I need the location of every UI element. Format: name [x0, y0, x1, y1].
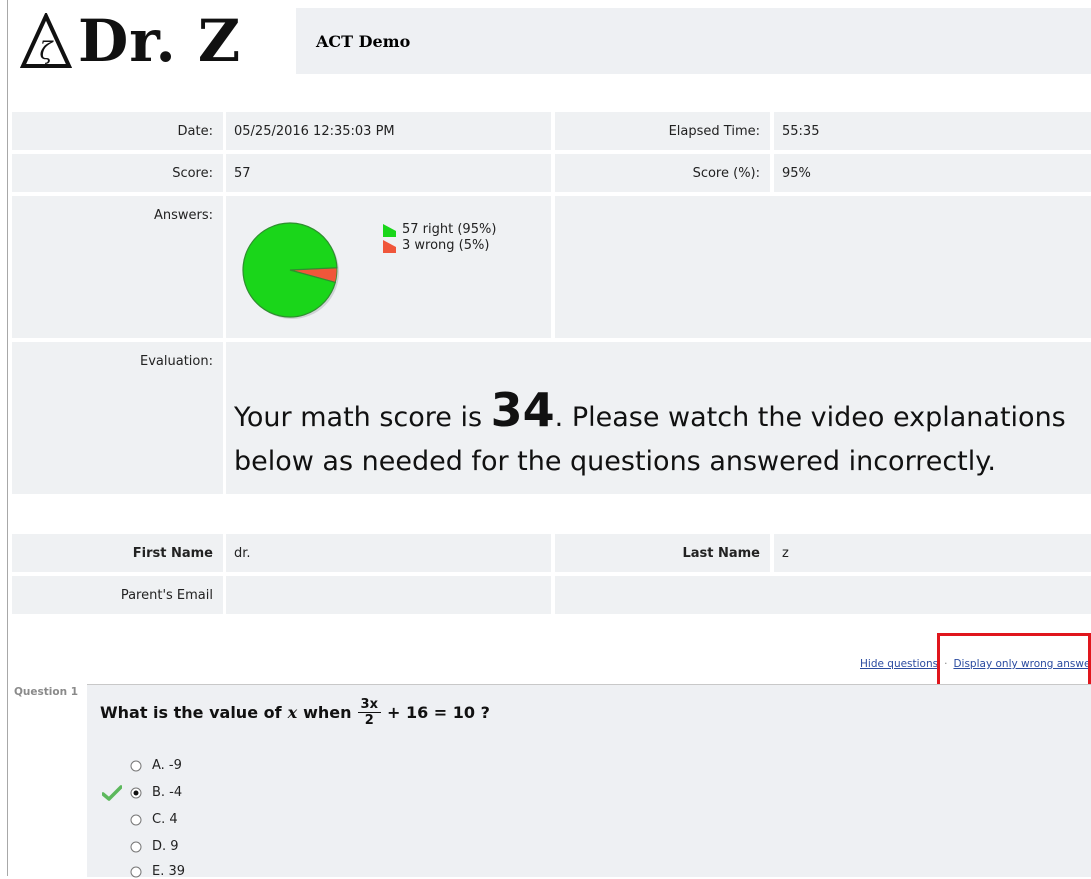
fraction-denominator: 2	[364, 713, 374, 728]
radio-unselected-icon[interactable]	[130, 760, 142, 772]
page-title: ACT Demo	[316, 32, 411, 51]
first-name-value: dr.	[234, 546, 251, 561]
first-name-value-cell: dr.	[226, 534, 551, 572]
answers-empty-cell	[555, 196, 1091, 338]
date-value: 05/25/2016 12:35:03 PM	[234, 124, 395, 139]
evaluation-text: Your math score is 34. Please watch the …	[234, 387, 1084, 484]
hide-questions-link[interactable]: Hide questions	[860, 658, 938, 670]
question-text-start: What is the value of	[100, 703, 282, 722]
fraction-numerator: 3x	[357, 697, 381, 713]
legend-item-wrong: 3 wrong (5%)	[383, 238, 496, 254]
pie-legend: 57 right (95%) 3 wrong (5%)	[383, 222, 496, 254]
radio-unselected-icon[interactable]	[130, 814, 142, 826]
evaluation-label: Evaluation:	[140, 354, 213, 369]
question-fraction: 3x 2	[357, 697, 381, 728]
legend-item-right: 57 right (95%)	[383, 222, 496, 238]
elapsed-time-label: Elapsed Time:	[668, 124, 760, 139]
svg-text:ζ: ζ	[39, 37, 54, 65]
legend-wrong-label: 3 wrong (5%)	[402, 238, 490, 253]
option-c-label: C. 4	[152, 812, 178, 827]
answer-option-d[interactable]: D. 9	[130, 839, 179, 854]
parent-email-empty-cell	[555, 576, 1091, 614]
answer-option-c[interactable]: C. 4	[130, 812, 178, 827]
correct-checkmark-icon	[102, 785, 122, 801]
evaluation-label-cell: Evaluation:	[12, 342, 223, 494]
last-name-label-cell: Last Name	[555, 534, 770, 572]
question-text-end: + 16 = 10 ?	[386, 703, 490, 722]
math-score: 34	[490, 383, 555, 437]
score-value: 57	[234, 166, 251, 181]
parent-email-label-cell: Parent's Email	[12, 576, 223, 614]
score-percent-label: Score (%):	[692, 166, 760, 181]
option-b-label: B. -4	[152, 785, 183, 800]
radio-unselected-icon[interactable]	[130, 841, 142, 853]
score-pct-label-cell: Score (%):	[555, 154, 770, 192]
evaluation-prefix: Your math score is	[234, 402, 491, 433]
elapsed-label-cell: Elapsed Time:	[555, 112, 770, 150]
title-bar: ACT Demo	[296, 8, 1091, 74]
radio-selected-icon[interactable]	[130, 787, 142, 799]
date-value-cell: 05/25/2016 12:35:03 PM	[226, 112, 551, 150]
elapsed-value-cell: 55:35	[774, 112, 1091, 150]
delta-logo-icon: ζ	[20, 13, 72, 68]
answer-option-e[interactable]: E. 39	[130, 864, 185, 879]
last-name-label: Last Name	[682, 546, 760, 561]
logo-text: Dr. Z	[78, 7, 242, 75]
score-pct-value-cell: 95%	[774, 154, 1091, 192]
score-percent-value: 95%	[782, 166, 811, 181]
option-d-label: D. 9	[152, 839, 179, 854]
first-name-label: First Name	[132, 546, 213, 561]
question-when: when	[303, 703, 352, 722]
question-variable: x	[287, 703, 298, 722]
answers-label-cell: Answers:	[12, 196, 223, 338]
parent-email-label: Parent's Email	[120, 588, 213, 603]
option-a-label: A. -9	[152, 758, 182, 773]
date-label: Date:	[177, 124, 213, 139]
score-value-cell: 57	[226, 154, 551, 192]
elapsed-time-value: 55:35	[782, 124, 820, 139]
answers-pie-chart	[242, 222, 339, 319]
legend-right-label: 57 right (95%)	[402, 222, 497, 237]
answers-label: Answers:	[153, 208, 213, 223]
first-name-label-cell: First Name	[12, 534, 223, 572]
date-label-cell: Date:	[12, 112, 223, 150]
legend-wrong-swatch-icon	[383, 239, 396, 253]
last-name-value-cell: z	[774, 534, 1091, 572]
score-label: Score:	[172, 166, 213, 181]
last-name-value: z	[782, 546, 789, 561]
logo: ζ Dr. Z	[20, 8, 292, 74]
option-e-label: E. 39	[152, 864, 186, 879]
score-label-cell: Score:	[12, 154, 223, 192]
question-number-label: Question 1	[14, 686, 79, 698]
answer-option-a[interactable]: A. -9	[130, 758, 182, 773]
answers-chart-cell	[226, 196, 551, 338]
answer-option-b[interactable]: B. -4	[130, 785, 182, 800]
parent-email-value-cell	[226, 576, 551, 614]
legend-right-swatch-icon	[383, 223, 396, 237]
question-text: What is the value of x when 3x 2 + 16 = …	[100, 697, 490, 728]
